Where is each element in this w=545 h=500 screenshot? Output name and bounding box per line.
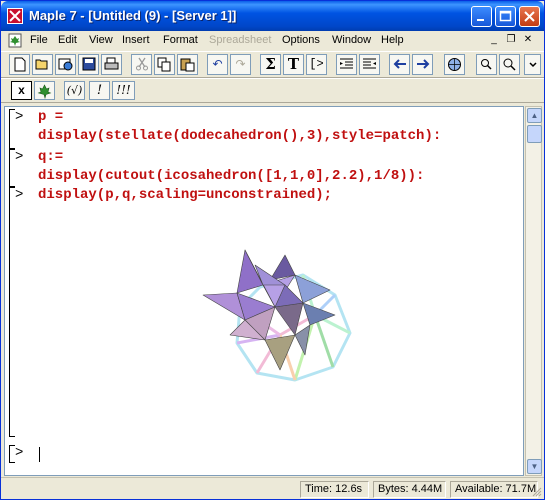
input-line[interactable]: p = [38,109,63,125]
maple-window: Maple 7 - [Untitled (9) - [Server 1]] Fi… [0,0,545,500]
menu-view[interactable]: View [89,34,113,46]
maple-app-icon[interactable] [7,8,23,24]
new-document-icon[interactable] [9,54,30,75]
toolbar-dropdown-icon[interactable] [524,54,541,75]
zoom-in-icon[interactable] [476,54,497,75]
evaluate-all-button[interactable]: !!! [112,81,135,100]
insert-math-sigma-button[interactable]: Σ [260,54,281,75]
vertical-scrollbar[interactable]: ▲ ▼ [525,106,542,476]
input-prompt: > [15,445,24,461]
polyhedra-3d-plot[interactable] [185,245,365,385]
outdent-icon[interactable] [336,54,357,75]
title-bar[interactable]: Maple 7 - [Untitled (9) - [Server 1]] [1,1,544,31]
input-line[interactable]: display(stellate(dodecahedron(),3),style… [38,128,441,144]
worksheet-area[interactable]: > p = display(stellate(dodecahedron(),3)… [4,106,524,476]
menu-options[interactable]: Options [282,34,320,46]
menu-file[interactable]: File [30,34,48,46]
redo-icon[interactable]: ↷ [230,54,251,75]
input-line[interactable]: display(p,q,scaling=unconstrained); [38,187,332,203]
indent-icon[interactable] [359,54,380,75]
forward-arrow-icon[interactable] [412,54,433,75]
zoom-out-icon[interactable] [499,54,520,75]
menu-insert[interactable]: Insert [122,34,150,46]
open-folder-icon[interactable] [32,54,53,75]
insert-prompt-button[interactable]: [> [306,54,327,75]
copy-icon[interactable] [154,54,175,75]
maximize-button[interactable] [495,6,516,27]
open-url-icon[interactable] [55,54,76,75]
close-button[interactable] [519,6,540,27]
input-line[interactable]: display(cutout(icosahedron([1,1,0],2.2),… [38,168,424,184]
menu-help[interactable]: Help [381,34,404,46]
maple-leaf-icon[interactable] [34,81,55,100]
window-title: Maple 7 - [Untitled (9) - [Server 1]] [29,8,237,23]
input-line[interactable]: q:= [38,149,63,165]
maple-leaf-doc-icon[interactable] [8,33,23,48]
context-toolbar: x (√) ! !!! [1,78,544,103]
execution-group-bracket[interactable] [9,187,15,437]
scrollbar-thumb[interactable] [527,125,542,143]
mdi-close-button[interactable]: ✕ [520,33,536,47]
input-prompt: > [15,109,24,125]
menu-format[interactable]: Format [163,34,198,46]
back-arrow-icon[interactable] [389,54,410,75]
menu-edit[interactable]: Edit [58,34,77,46]
scroll-down-arrow-icon[interactable]: ▼ [527,459,542,474]
stop-globe-icon[interactable] [444,54,465,75]
status-available: Available: 71.7M [450,481,538,498]
mdi-restore-button[interactable]: ❐ [503,33,519,47]
paste-icon[interactable] [177,54,198,75]
resize-grip-icon[interactable] [532,487,542,497]
menu-spreadsheet[interactable]: Spreadsheet [209,34,271,46]
undo-icon[interactable]: ↶ [207,54,228,75]
evaluate-button[interactable]: ! [89,81,110,100]
math-x-button[interactable]: x [11,81,32,100]
menu-bar: File Edit View Insert Format Spreadsheet… [1,31,544,50]
status-time: Time: 12.6s [300,481,369,498]
cut-icon[interactable] [131,54,152,75]
mdi-minimize-button[interactable]: _ [486,33,502,47]
save-disk-icon[interactable] [78,54,99,75]
text-cursor [39,447,40,462]
input-prompt: > [15,187,24,203]
status-bytes: Bytes: 4.44M [373,481,446,498]
print-icon[interactable] [101,54,122,75]
sqrt-toggle-button[interactable]: (√) [64,81,85,100]
main-toolbar: ↶ ↷ Σ T [> [1,51,544,78]
input-prompt: > [15,149,24,165]
menu-window[interactable]: Window [332,34,371,46]
mdi-controls: _ ❐ ✕ [486,33,536,47]
scroll-up-arrow-icon[interactable]: ▲ [527,108,542,123]
insert-text-button[interactable]: T [283,54,304,75]
status-bar: Time: 12.6s Bytes: 4.44M Available: 71.7… [1,477,544,499]
minimize-button[interactable] [471,6,492,27]
